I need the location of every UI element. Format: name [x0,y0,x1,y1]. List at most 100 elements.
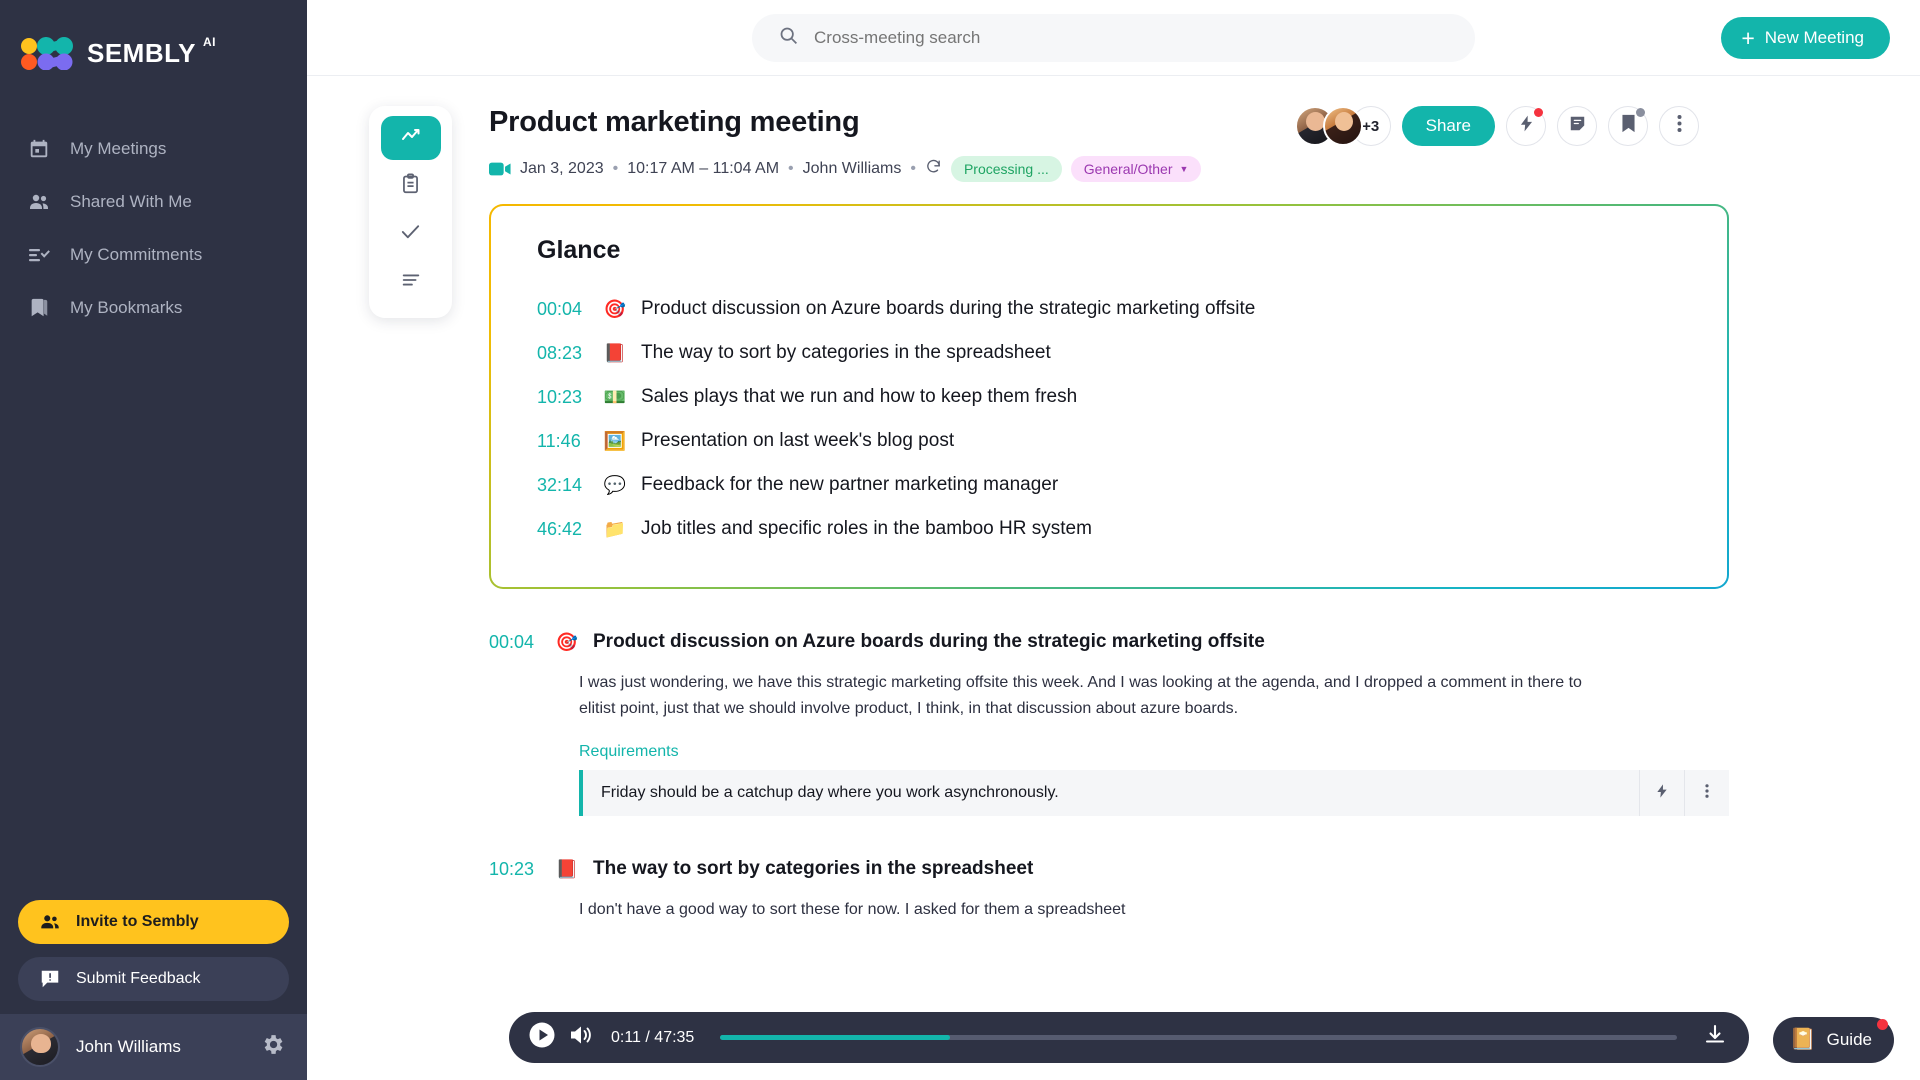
invite-label: Invite to Sembly [76,913,199,930]
list-item[interactable]: 10:23 💵 Sales plays that we run and how … [537,375,1687,419]
timestamp[interactable]: 08:23 [537,343,589,364]
list-item-label: Presentation on last week's blog post [641,430,955,451]
notification-dot [1877,1019,1888,1030]
automations-button[interactable] [1506,106,1546,146]
timestamp[interactable]: 11:46 [537,431,589,452]
download-button[interactable] [1703,1023,1727,1052]
timestamp[interactable]: 10:23 [489,859,541,880]
target-emoji: 🎯 [603,298,627,319]
avatar [1322,106,1363,146]
section-body: I was just wondering, we have this strat… [579,674,1582,717]
trend-line-icon [399,124,423,153]
status-badge: Processing ... [950,156,1062,182]
list-item[interactable]: 46:42 📁 Job titles and specific roles in… [537,507,1687,551]
notes-tab[interactable] [381,164,441,208]
gear-icon[interactable] [260,1032,285,1062]
app-root: SEMBLY AI My Meetings Shared With Me My … [0,0,1920,1080]
search-icon [778,25,799,51]
sidebar-item-my-meetings[interactable]: My Meetings [0,122,307,175]
sidebar-nav: My Meetings Shared With Me My Commitment… [0,122,307,334]
kebab-menu-icon [1705,783,1709,804]
sidebar: SEMBLY AI My Meetings Shared With Me My … [0,0,307,1080]
chevron-down-icon: ▼ [1179,164,1189,174]
requirement-row: Friday should be a catchup day where you… [579,770,1729,817]
note-icon [1568,114,1587,138]
transcript-tab[interactable] [381,260,441,304]
app-logo[interactable]: SEMBLY AI [0,0,307,76]
sidebar-footer: Invite to Sembly Submit Feedback John Wi… [0,900,307,1080]
speech-balloon-emoji: 💬 [603,474,627,495]
new-meeting-button[interactable]: + New Meeting [1721,17,1890,59]
brand-name: SEMBLY [87,37,196,68]
search-input[interactable] [814,27,1414,48]
timestamp[interactable]: 10:23 [537,387,589,408]
list-item[interactable]: 32:14 💬 Feedback for the new partner mar… [537,463,1687,507]
list-item-label: Product discussion on Azure boards durin… [641,298,1256,319]
share-button[interactable]: Share [1401,106,1495,146]
plus-icon: + [1741,24,1755,51]
dollar-banknote-emoji: 💵 [603,386,627,407]
closed-book-emoji: 📕 [555,858,579,879]
add-people-icon [38,910,62,934]
player-time-display: 0:11 / 47:35 [611,1028,695,1046]
play-button[interactable] [529,1022,555,1053]
sidebar-item-my-bookmarks[interactable]: My Bookmarks [0,281,307,334]
invite-to-sembly-button[interactable]: Invite to Sembly [18,900,289,944]
participant-avatars[interactable]: +3 [1294,106,1391,146]
bookmark-icon [26,295,52,321]
refresh-icon[interactable] [925,158,942,180]
list-item-label: Sales plays that we run and how to keep … [641,386,1078,407]
list-item[interactable]: 00:04 🎯 Product discussion on Azure boar… [537,287,1687,331]
timestamp[interactable]: 00:04 [537,299,589,320]
requirement-more-button[interactable] [1684,770,1729,817]
meeting-document: Product marketing meeting Jan 3, 2023 • … [489,76,1920,1080]
search-box[interactable] [752,13,1475,62]
people-icon [26,189,52,215]
glance-list: 00:04 🎯 Product discussion on Azure boar… [537,287,1687,551]
user-profile-row[interactable]: John Williams [0,1014,307,1080]
new-meeting-label: New Meeting [1764,28,1864,47]
timestamp[interactable]: 32:14 [537,475,589,496]
list-item-label: The way to sort by categories in the spr… [641,342,1051,363]
meeting-metadata: Jan 3, 2023 • 10:17 AM – 11:04 AM • John… [489,156,1202,182]
sidebar-item-shared-with-me[interactable]: Shared With Me [0,175,307,228]
insight-section: 10:23 📕 The way to sort by categories in… [489,858,1729,923]
section-title: Product discussion on Azure boards durin… [593,631,1265,652]
user-name: John Williams [76,1037,181,1056]
meeting-date: Jan 3, 2023 [520,160,604,177]
notes-button[interactable] [1557,106,1597,146]
text-lines-icon [400,269,422,296]
sidebar-item-label: My Meetings [70,138,167,158]
guide-button[interactable]: 📔 Guide [1773,1017,1894,1063]
list-item[interactable]: 11:46 🖼️ Presentation on last week's blo… [537,419,1687,463]
volume-icon[interactable] [569,1024,593,1051]
requirement-automation-button[interactable] [1639,770,1684,817]
folder-emoji: 📁 [603,518,627,539]
audio-player: 0:11 / 47:35 [509,1012,1749,1063]
sidebar-item-my-commitments[interactable]: My Commitments [0,228,307,281]
kebab-menu-icon [1677,114,1682,138]
insight-section: 00:04 🎯 Product discussion on Azure boar… [489,631,1729,817]
category-badge-label: General/Other [1083,161,1173,177]
check-icon [399,220,422,248]
notebook-emoji: 📔 [1789,1028,1816,1051]
submit-feedback-button[interactable]: Submit Feedback [18,957,289,1001]
checklist-icon [26,242,52,268]
separator: • [910,160,916,177]
header-actions: +3 Share [1294,106,1729,146]
category-badge[interactable]: General/Other ▼ [1070,156,1202,182]
lightning-icon [1517,114,1536,138]
page-title: Product marketing meeting [489,106,860,138]
feedback-bubble-icon [38,967,62,991]
progress-scrubber[interactable] [720,1035,1677,1040]
more-options-button[interactable] [1659,106,1699,146]
sidebar-item-label: Shared With Me [70,191,192,211]
timestamp[interactable]: 46:42 [537,519,589,540]
list-item[interactable]: 08:23 📕 The way to sort by categories in… [537,331,1687,375]
bookmark-button[interactable] [1608,106,1648,146]
tasks-tab[interactable] [381,212,441,256]
timestamp[interactable]: 00:04 [489,632,541,653]
insights-tab[interactable] [380,116,441,160]
status-dot [1636,108,1645,117]
meeting-header: Product marketing meeting Jan 3, 2023 • … [489,106,1729,182]
